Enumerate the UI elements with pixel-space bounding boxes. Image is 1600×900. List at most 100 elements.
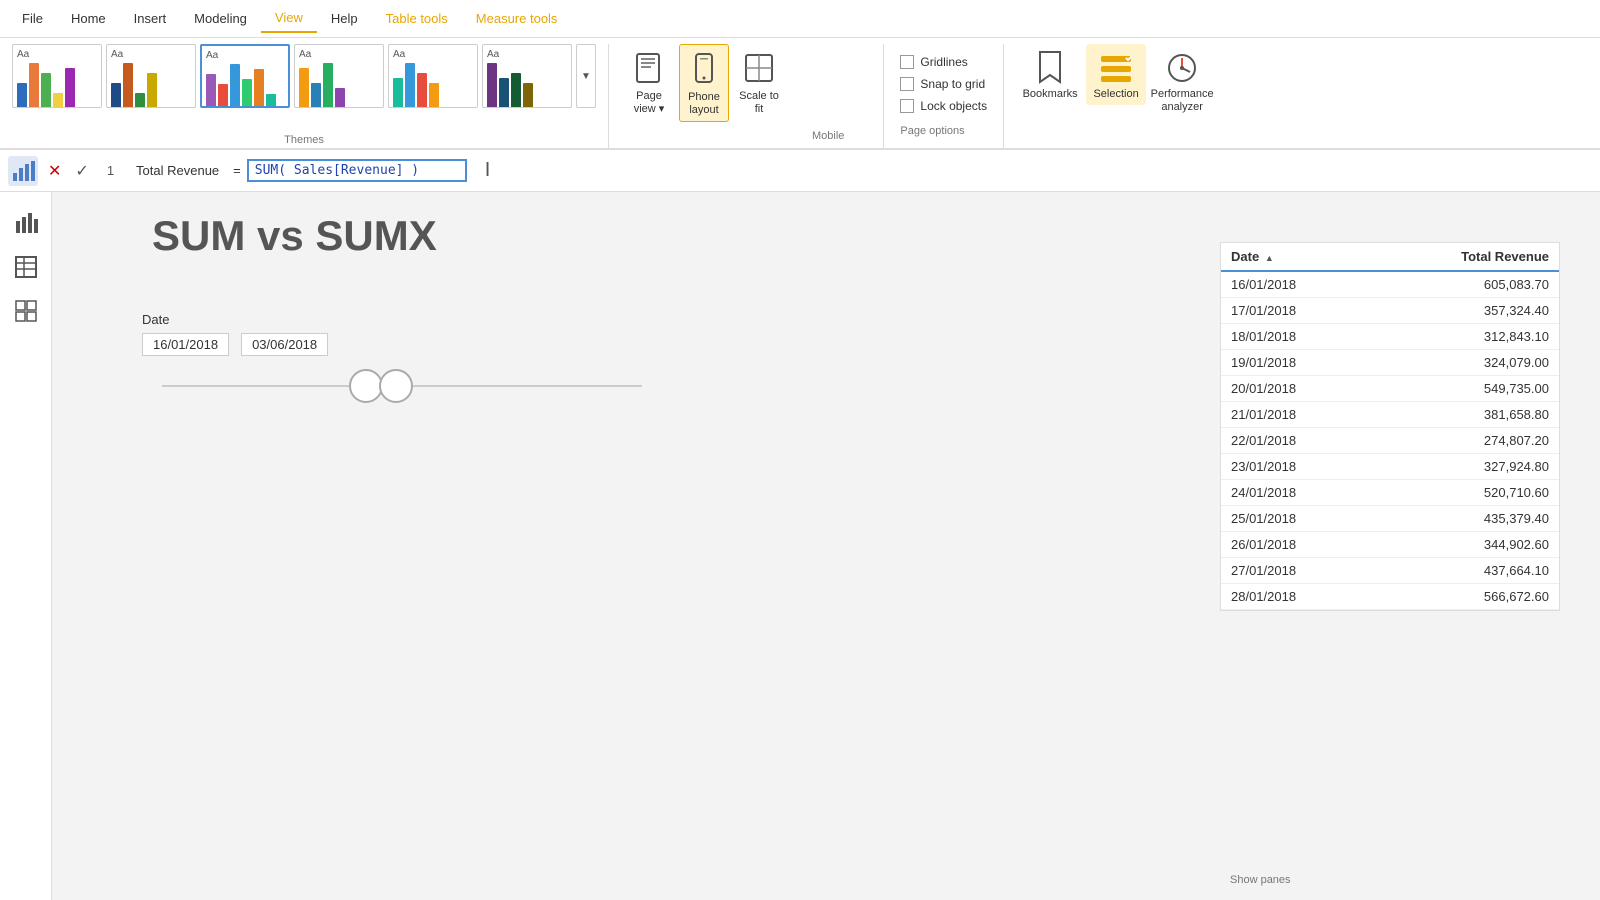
scale-to-fit-label: Scale to fit: [739, 90, 779, 116]
scale-to-fit-icon: [739, 48, 779, 88]
menu-view[interactable]: View: [261, 4, 317, 33]
cell-date-5: 21/01/2018: [1221, 402, 1370, 428]
table-row[interactable]: 18/01/2018 312,843.10: [1221, 324, 1559, 350]
menu-insert[interactable]: Insert: [120, 5, 181, 32]
main-content: SUM vs SUMX Date 16/01/2018 03/06/2018: [0, 192, 1600, 900]
col-revenue[interactable]: Total Revenue: [1370, 243, 1559, 271]
cell-revenue-1: 357,324.40: [1370, 298, 1559, 324]
cell-revenue-12: 566,672.60: [1370, 584, 1559, 610]
ribbon: Aa Aa A: [0, 38, 1600, 150]
bookmarks-button[interactable]: Bookmarks: [1020, 44, 1080, 105]
sidebar: [0, 192, 52, 900]
show-panes-section: Bookmarks Selection: [1004, 44, 1228, 148]
table-row[interactable]: 22/01/2018 274,807.20: [1221, 428, 1559, 454]
themes-row: Aa Aa A: [12, 44, 596, 108]
theme-swatch-3[interactable]: Aa: [200, 44, 290, 108]
table-row[interactable]: 26/01/2018 344,902.60: [1221, 532, 1559, 558]
table-row[interactable]: 16/01/2018 605,083.70: [1221, 271, 1559, 298]
formula-confirm[interactable]: ✓: [71, 161, 92, 181]
themes-dropdown[interactable]: ▼: [576, 44, 596, 108]
table-row[interactable]: 28/01/2018 566,672.60: [1221, 584, 1559, 610]
selection-button[interactable]: Selection: [1086, 44, 1146, 105]
theme-swatch-1[interactable]: Aa: [12, 44, 102, 108]
menu-measure-tools[interactable]: Measure tools: [462, 5, 572, 32]
theme-label-3: Aa: [206, 50, 284, 61]
snap-to-grid-checkbox[interactable]: Snap to grid: [900, 77, 987, 91]
formula-measure-name: Total Revenue: [128, 163, 227, 178]
table-row[interactable]: 21/01/2018 381,658.80: [1221, 402, 1559, 428]
phone-layout-button[interactable]: Phone layout: [679, 44, 729, 122]
gridlines-check-box[interactable]: [900, 55, 914, 69]
formula-cancel[interactable]: ✕: [44, 161, 65, 181]
cell-date-9: 25/01/2018: [1221, 506, 1370, 532]
scale-to-fit-button[interactable]: Scale to fit: [735, 44, 783, 120]
page-view-label: Pageview ▾: [634, 90, 665, 116]
sidebar-chart-icon[interactable]: [7, 204, 45, 242]
theme-label-2: Aa: [111, 49, 191, 60]
cell-date-7: 23/01/2018: [1221, 454, 1370, 480]
cell-date-11: 27/01/2018: [1221, 558, 1370, 584]
table-row[interactable]: 17/01/2018 357,324.40: [1221, 298, 1559, 324]
selection-label: Selection: [1093, 88, 1138, 101]
menu-file[interactable]: File: [8, 5, 57, 32]
table-row[interactable]: 25/01/2018 435,379.40: [1221, 506, 1559, 532]
table-row[interactable]: 27/01/2018 437,664.10: [1221, 558, 1559, 584]
snap-to-grid-check-box[interactable]: [900, 77, 914, 91]
cell-revenue-3: 324,079.00: [1370, 350, 1559, 376]
menu-home[interactable]: Home: [57, 5, 120, 32]
menu-help[interactable]: Help: [317, 5, 372, 32]
slicer-dates: 16/01/2018 03/06/2018: [142, 333, 662, 356]
theme-swatch-5[interactable]: Aa: [388, 44, 478, 108]
slicer-slider[interactable]: [142, 366, 662, 406]
table-row[interactable]: 19/01/2018 324,079.00: [1221, 350, 1559, 376]
cell-date-1: 17/01/2018: [1221, 298, 1370, 324]
cell-revenue-8: 520,710.60: [1370, 480, 1559, 506]
cell-revenue-2: 312,843.10: [1370, 324, 1559, 350]
cell-revenue-9: 435,379.40: [1370, 506, 1559, 532]
slider-handle-left[interactable]: [349, 369, 383, 403]
phone-layout-icon: [684, 49, 724, 89]
themes-label: Themes: [12, 130, 596, 148]
theme-bars-1: [17, 63, 97, 108]
performance-analyzer-label: Performanceanalyzer: [1151, 88, 1214, 114]
theme-swatch-6[interactable]: Aa: [482, 44, 572, 108]
theme-bars-3: [206, 64, 284, 108]
canvas-area: SUM vs SUMX Date 16/01/2018 03/06/2018: [52, 192, 1600, 900]
theme-bars-5: [393, 63, 473, 108]
data-table: Date ▲ Total Revenue 16/01/2018 605,083.…: [1220, 242, 1560, 611]
slicer-date-from[interactable]: 16/01/2018: [142, 333, 229, 356]
snap-to-grid-label: Snap to grid: [920, 77, 985, 91]
slicer-label: Date: [142, 312, 662, 327]
lock-objects-check-box[interactable]: [900, 99, 914, 113]
performance-analyzer-button[interactable]: Performanceanalyzer: [1152, 44, 1212, 118]
formula-number: 1: [99, 163, 122, 178]
cell-revenue-11: 437,664.10: [1370, 558, 1559, 584]
menu-table-tools[interactable]: Table tools: [372, 5, 462, 32]
theme-label-6: Aa: [487, 49, 567, 60]
text-cursor: I: [485, 159, 491, 182]
lock-objects-checkbox[interactable]: Lock objects: [900, 99, 987, 113]
page-view-button[interactable]: Pageview ▾: [625, 44, 673, 120]
gridlines-label: Gridlines: [920, 55, 967, 69]
table-row[interactable]: 24/01/2018 520,710.60: [1221, 480, 1559, 506]
sidebar-table-icon[interactable]: [7, 248, 45, 286]
gridlines-checkbox[interactable]: Gridlines: [900, 55, 987, 69]
slider-handle-right[interactable]: [379, 369, 413, 403]
cell-date-3: 19/01/2018: [1221, 350, 1370, 376]
theme-bars-6: [487, 63, 567, 108]
theme-swatch-4[interactable]: Aa: [294, 44, 384, 108]
theme-swatch-2[interactable]: Aa: [106, 44, 196, 108]
menu-modeling[interactable]: Modeling: [180, 5, 261, 32]
cell-revenue-5: 381,658.80: [1370, 402, 1559, 428]
page-view-icon: [629, 48, 669, 88]
formula-equals: =: [233, 163, 241, 178]
visual-type-icon: [8, 156, 38, 186]
sidebar-matrix-icon[interactable]: [7, 292, 45, 330]
table-row[interactable]: 23/01/2018 327,924.80: [1221, 454, 1559, 480]
formula-bar: ✕ ✓ 1 Total Revenue = SUM( Sales[Revenue…: [0, 150, 1600, 192]
table-row[interactable]: 20/01/2018 549,735.00: [1221, 376, 1559, 402]
formula-input[interactable]: SUM( Sales[Revenue] ): [247, 159, 467, 182]
col-date[interactable]: Date ▲: [1221, 243, 1370, 271]
view-section: Pageview ▾ Phone layout Scal: [609, 44, 884, 148]
slicer-date-to[interactable]: 03/06/2018: [241, 333, 328, 356]
